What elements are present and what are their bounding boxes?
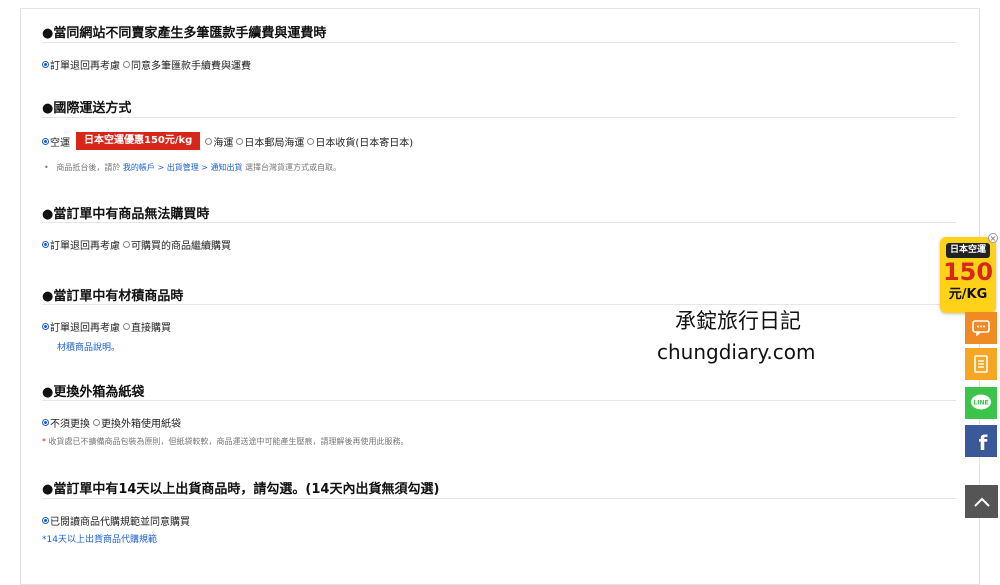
promo-unit: 元/KG (948, 287, 988, 302)
note-text: 選擇台灣貨運方式或自取。 (245, 163, 342, 172)
radio-return-order[interactable] (42, 323, 49, 330)
divider (42, 304, 956, 305)
paper-bag-note: * 收貨處已不擴備商品包裝為原則，但紙袋較軟，商品運送途中可能產生壓痕，請理解後… (42, 436, 409, 447)
radio-jp-post-sea[interactable] (236, 137, 244, 145)
options-paper-bag: 不須更換 更換外箱使用紙袋 (41, 415, 183, 430)
option-label[interactable]: 訂單退回再考慮 (50, 319, 120, 334)
note-text: 商品抵台後，請於 (56, 163, 121, 172)
radio-agree-terms[interactable] (42, 517, 49, 524)
radio-jp-receive[interactable] (307, 137, 315, 145)
section-title-unavailable-items: ●當訂單中有商品無法購買時 (42, 207, 210, 222)
option-label[interactable]: 不須更換 (50, 415, 90, 430)
option-label[interactable]: 可購買的商品繼續購買 (131, 237, 231, 252)
radio-continue-buying[interactable] (123, 241, 130, 248)
close-icon[interactable]: × (988, 233, 998, 243)
notify-shipment-link[interactable]: 我的帳戶 > 出貨管理 > 通知出貨 (123, 163, 243, 172)
note-text: 收貨處已不擴備商品包裝為原則，但紙袋較軟，商品運送途中可能產生壓痕，請理解後再使… (48, 437, 409, 446)
option-label[interactable]: 訂單退回再考慮 (50, 57, 120, 72)
options-bulky-items: 訂單退回再考慮 直接購買 (41, 319, 173, 334)
option-label[interactable]: 已閱讀商品代購規範並同意購買 (50, 513, 190, 528)
divider (42, 222, 956, 223)
air-promo-badge: 日本空運優惠150元/kg (76, 132, 201, 150)
promo-amount: 150 (942, 258, 994, 286)
air-shipping-promo[interactable]: 日本空運 150 元/KG (940, 237, 996, 313)
chat-button[interactable] (965, 312, 997, 344)
promo-tag: 日本空運 (946, 243, 990, 258)
options-shipping-method: 空運 日本空運優惠150元/kg 海運 日本郵局海運 日本收貨(日本寄日本) (41, 132, 415, 150)
section-title-14-day-items: ●當訂單中有14天以上出貨商品時，請勾選。(14天內出貨無須勾選) (42, 482, 440, 497)
divider (42, 117, 956, 118)
section-title-paper-bag: ●更換外箱為紙袋 (42, 385, 145, 400)
radio-use-paper-bag[interactable] (93, 419, 100, 426)
divider (42, 498, 956, 499)
chat-icon (972, 320, 990, 336)
back-to-top-button[interactable] (965, 485, 998, 518)
shipping-note: • 商品抵台後，請於 我的帳戶 > 出貨管理 > 通知出貨 選擇台灣貨運方式或自… (44, 162, 341, 173)
divider (42, 42, 956, 43)
section-title-multiple-sellers: ●當同網站不同賣家產生多筆匯款手續費與運費時 (42, 26, 327, 41)
option-label[interactable]: 空運 (50, 134, 70, 149)
option-label[interactable]: 日本收貨(日本寄日本) (315, 134, 413, 149)
option-label[interactable]: 同意多筆匯款手續費與運費 (131, 57, 251, 72)
option-label[interactable]: 日本郵局海運 (244, 134, 304, 149)
radio-return-order[interactable] (42, 61, 49, 68)
scroll-top-icon (973, 497, 990, 507)
options-unavailable-items: 訂單退回再考慮 可購買的商品繼續購買 (41, 237, 233, 252)
svg-text:LINE: LINE (973, 400, 988, 407)
watermark-domain: chungdiary.com (657, 340, 816, 364)
section-title-shipping-method: ●國際運送方式 (42, 101, 132, 116)
watermark-title: 承錠旅行日記 (675, 309, 801, 333)
radio-return-order[interactable] (42, 241, 49, 248)
radio-agree-fees[interactable] (123, 61, 130, 68)
options-14-day-items: 已閱讀商品代購規範並同意購買 (41, 513, 192, 528)
radio-buy-directly[interactable] (123, 323, 130, 330)
facebook-button[interactable]: f (965, 425, 997, 457)
option-label[interactable]: 更換外箱使用紙袋 (101, 415, 181, 430)
section-title-bulky-items: ●當訂單中有材積商品時 (42, 289, 184, 304)
option-label[interactable]: 海運 (213, 134, 233, 149)
book-icon (974, 355, 988, 373)
line-icon: LINE (971, 394, 991, 410)
divider (42, 400, 956, 401)
guide-button[interactable] (965, 348, 997, 380)
options-multiple-sellers: 訂單退回再考慮 同意多筆匯款手續費與運費 (41, 57, 253, 72)
radio-air[interactable] (42, 137, 49, 145)
option-label[interactable]: 直接購買 (131, 319, 171, 334)
option-label[interactable]: 訂單退回再考慮 (50, 237, 120, 252)
bulky-items-info-link[interactable]: 材積商品說明。 (57, 340, 120, 353)
radio-sea[interactable] (205, 137, 213, 145)
radio-no-change[interactable] (42, 419, 49, 426)
facebook-icon: f (978, 431, 988, 455)
bullet: • (44, 163, 49, 172)
purchase-rules-link[interactable]: *14天以上出貨商品代購規範 (42, 532, 157, 545)
required-star: * (42, 437, 46, 446)
line-button[interactable]: LINE (965, 387, 997, 419)
